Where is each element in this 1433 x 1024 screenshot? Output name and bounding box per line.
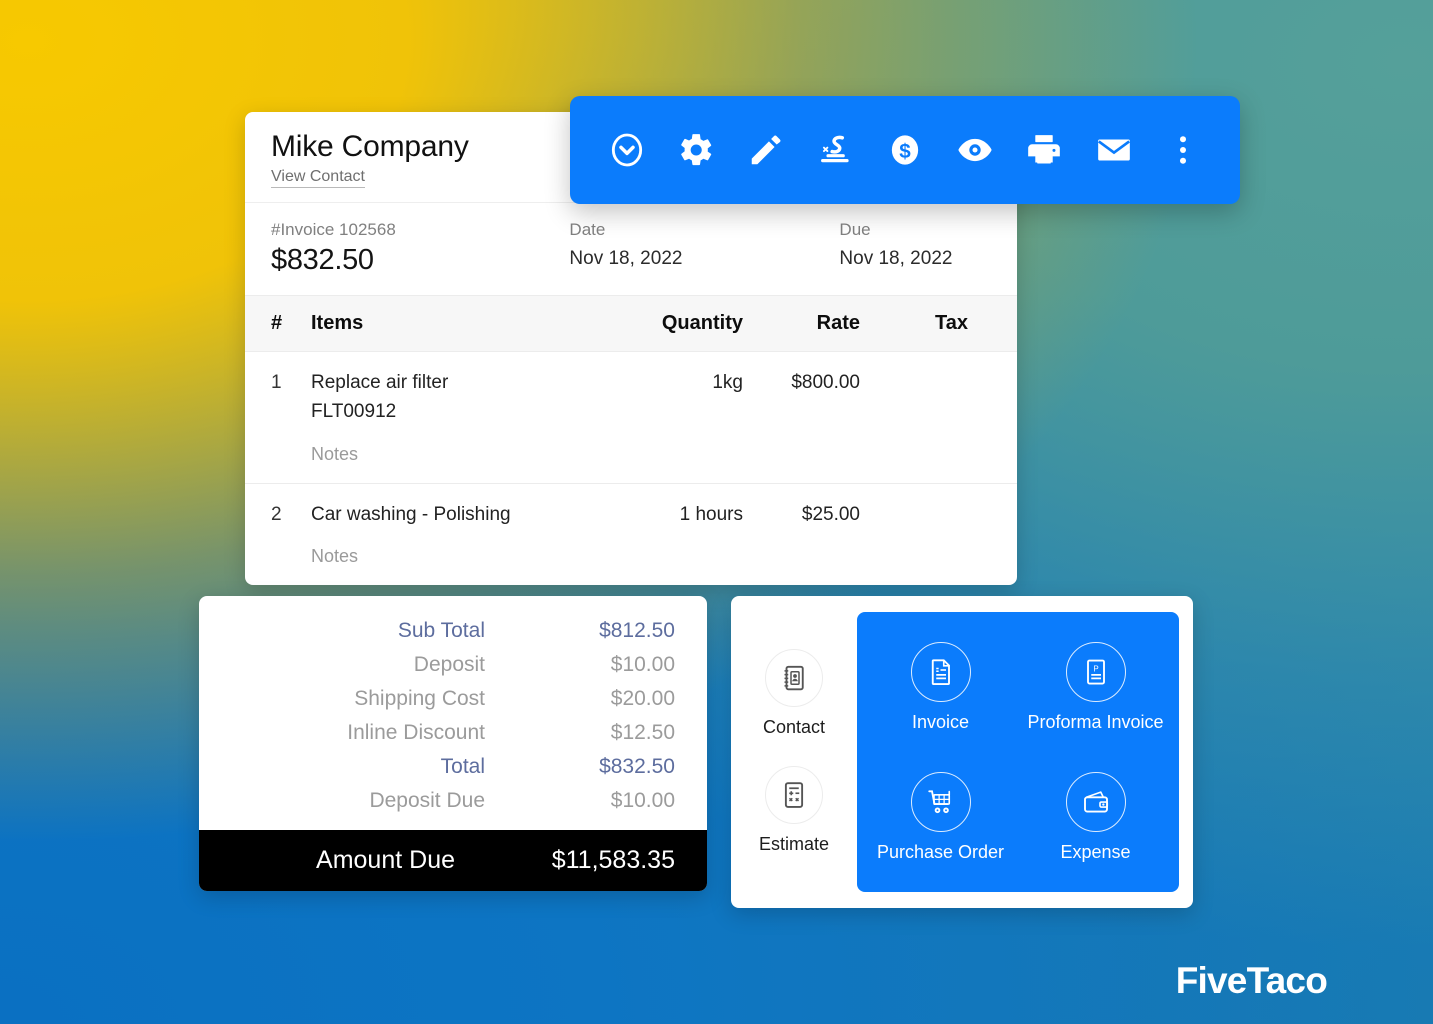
row-item-name: Car washing - Polishing	[311, 503, 511, 525]
gear-icon[interactable]	[673, 127, 719, 173]
invoice-number: #Invoice 102568	[271, 219, 396, 239]
row-rate: $25.00	[801, 503, 860, 525]
contact-book-icon	[764, 649, 823, 707]
row-quantity: 1 hours	[679, 503, 743, 525]
column-header-items: Items	[311, 312, 364, 334]
row-number: 1	[271, 372, 282, 393]
totals-label: Sub Total	[397, 619, 485, 642]
chevron-down-circle-icon[interactable]	[604, 127, 650, 173]
totals-label: Deposit	[413, 653, 485, 676]
shopping-cart-icon	[910, 771, 971, 832]
due-label: Due	[839, 219, 871, 239]
line-items-table: # Items Quantity Rate Tax 1 Replace air …	[245, 296, 1017, 585]
totals-value: $812.50	[599, 619, 675, 642]
totals-row-inline-discount: Inline Discount $12.50	[231, 716, 675, 750]
invoice-action-toolbar: $	[570, 96, 1240, 204]
eye-icon[interactable]	[952, 127, 998, 173]
invoice-due-block: Due Nov 18, 2022	[839, 217, 991, 278]
row-rate: $800.00	[791, 372, 860, 393]
row-item-notes[interactable]: Notes	[311, 441, 611, 469]
picker-item-proforma-invoice[interactable]: P Proforma Invoice	[1027, 641, 1164, 733]
invoice-number-block: #Invoice 102568 $832.50	[271, 217, 569, 278]
date-value: Nov 18, 2022	[569, 248, 683, 269]
svg-text:$: $	[899, 140, 911, 163]
view-contact-link[interactable]: View Contact	[271, 168, 365, 188]
row-item-notes[interactable]: Notes	[311, 543, 611, 571]
print-icon[interactable]	[1021, 127, 1067, 173]
table-row[interactable]: 2 Car washing - Polishing Notes 1 hours …	[245, 484, 1017, 585]
picker-label: Proforma Invoice	[1027, 711, 1164, 732]
invoice-meta: #Invoice 102568 $832.50 Date Nov 18, 202…	[245, 203, 1017, 296]
totals-label: Total	[440, 755, 485, 778]
column-header-tax: Tax	[935, 312, 968, 334]
row-item-cell: Car washing - Polishing Notes	[311, 500, 611, 571]
column-header-num: #	[271, 312, 283, 334]
date-label: Date	[569, 219, 606, 239]
amount-due-label: Amount Due	[316, 846, 455, 874]
row-number: 2	[271, 503, 282, 525]
fivetaco-logo: FiveTaco	[1175, 960, 1328, 1001]
row-quantity: 1kg	[712, 372, 743, 393]
row-item-sku: FLT00912	[311, 401, 397, 423]
row-item-name: Replace air filter	[311, 372, 449, 393]
column-header-quantity: Quantity	[661, 312, 743, 334]
totals-label: Deposit Due	[369, 789, 485, 812]
svg-text:P: P	[1093, 664, 1098, 673]
picker-label: Estimate	[758, 834, 830, 854]
totals-row-total: Total $832.50	[231, 750, 675, 784]
column-header-rate: Rate	[816, 312, 860, 334]
picker-highlighted-grid: Invoice P Proforma Invoice Purchase Orde…	[857, 612, 1179, 892]
email-icon[interactable]	[1091, 127, 1137, 173]
invoice-date-block: Date Nov 18, 2022	[569, 217, 839, 278]
due-value: Nov 18, 2022	[839, 248, 953, 269]
invoice-amount: $832.50	[271, 244, 374, 276]
document-type-picker: Contact Estimate Invoice P Proforma Invo…	[731, 596, 1193, 908]
picker-item-estimate[interactable]: Estimate	[759, 766, 829, 855]
proforma-document-icon: P	[1065, 641, 1126, 702]
totals-value: $10.00	[610, 789, 675, 812]
totals-card: Sub Total $812.50 Deposit $10.00 Shippin…	[199, 596, 707, 891]
picker-left-column: Contact Estimate	[731, 596, 857, 908]
totals-row-deposit: Deposit $10.00	[231, 648, 675, 682]
picker-label: Purchase Order	[876, 841, 1005, 862]
dollar-circle-icon[interactable]: $	[882, 127, 928, 173]
picker-item-contact[interactable]: Contact	[763, 649, 825, 738]
picker-item-invoice[interactable]: Invoice	[910, 641, 971, 733]
picker-item-purchase-order[interactable]: Purchase Order	[876, 771, 1005, 863]
totals-row-deposit-due: Deposit Due $10.00	[231, 784, 675, 818]
picker-label: Contact	[762, 717, 826, 737]
picker-label: Invoice	[911, 711, 970, 732]
more-vertical-icon[interactable]	[1160, 127, 1206, 173]
totals-label: Shipping Cost	[354, 687, 485, 710]
calculator-icon	[765, 766, 823, 824]
totals-value: $20.00	[610, 687, 675, 710]
amount-due-value: $11,583.35	[551, 846, 675, 874]
totals-value: $10.00	[610, 653, 675, 676]
picker-label: Expense	[1060, 841, 1131, 862]
totals-label: Inline Discount	[347, 721, 485, 744]
totals-value: $832.50	[599, 755, 675, 778]
wallet-icon	[1065, 771, 1126, 832]
table-header-row: # Items Quantity Rate Tax	[245, 296, 1017, 352]
totals-list: Sub Total $812.50 Deposit $10.00 Shippin…	[199, 596, 707, 830]
table-row[interactable]: 1 Replace air filter FLT00912 Notes 1kg …	[245, 352, 1017, 484]
pencil-icon[interactable]	[743, 127, 789, 173]
totals-row-sub-total: Sub Total $812.50	[231, 614, 675, 648]
picker-item-expense[interactable]: Expense	[1060, 771, 1131, 863]
totals-row-shipping-cost: Shipping Cost $20.00	[231, 682, 675, 716]
totals-value: $12.50	[610, 721, 675, 744]
row-item-cell: Replace air filter FLT00912 Notes	[311, 368, 611, 469]
invoice-document-icon	[910, 641, 971, 702]
signature-icon[interactable]	[812, 127, 858, 173]
amount-due-bar: Amount Due $11,583.35	[199, 830, 707, 891]
